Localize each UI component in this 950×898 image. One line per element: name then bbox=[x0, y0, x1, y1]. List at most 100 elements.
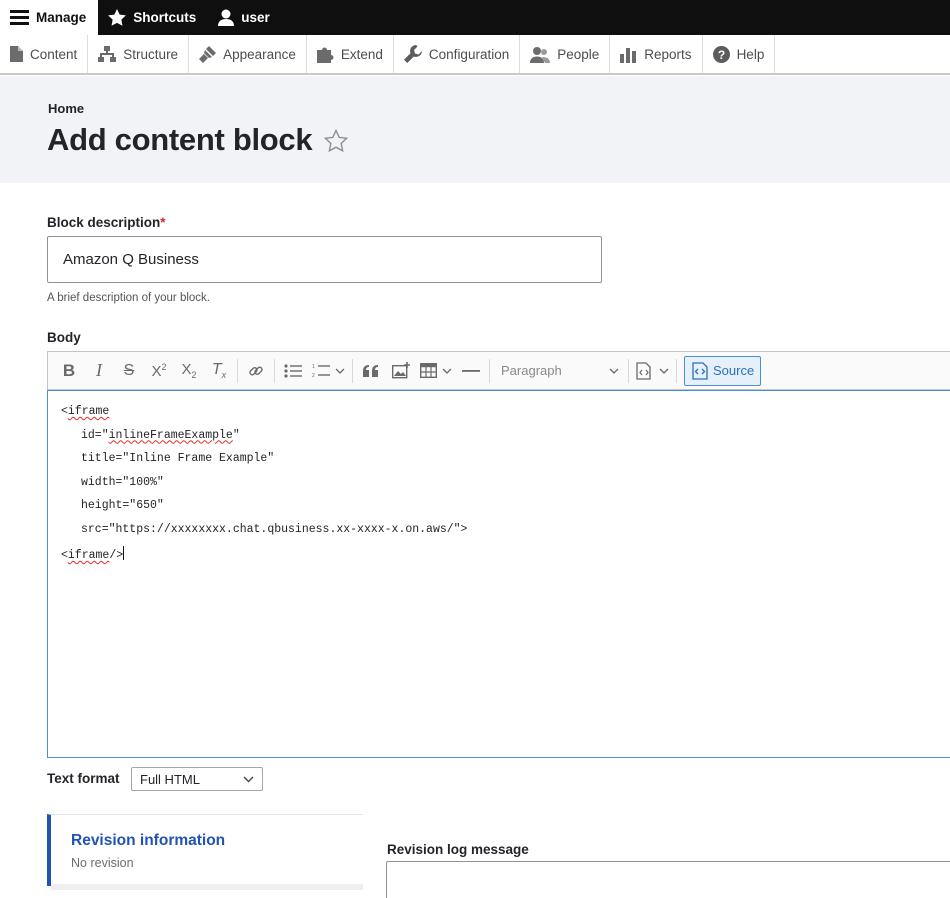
tray-item-reports[interactable]: Reports bbox=[610, 35, 703, 73]
block-description-input[interactable] bbox=[47, 236, 602, 283]
chevron-down-icon bbox=[335, 368, 345, 374]
block-description-label-text: Block description bbox=[47, 215, 161, 230]
italic-button[interactable]: I bbox=[84, 356, 114, 386]
code-text: iframe bbox=[67, 549, 110, 562]
user-icon bbox=[218, 9, 235, 26]
tray-item-appearance[interactable]: Appearance bbox=[189, 35, 307, 73]
remove-format-icon: Tx bbox=[211, 360, 227, 381]
bold-icon: B bbox=[62, 360, 76, 380]
code-line: <iframe bbox=[61, 405, 950, 429]
tray-item-label: Content bbox=[30, 46, 78, 62]
revision-log-label: Revision log message bbox=[387, 842, 529, 857]
source-icon bbox=[692, 361, 708, 380]
toolbar-separator bbox=[676, 358, 677, 383]
italic-icon: I bbox=[96, 360, 102, 380]
block-description-hint: A brief description of your block. bbox=[47, 292, 210, 304]
code-block-icon bbox=[636, 361, 651, 380]
toolbar-separator bbox=[274, 358, 275, 383]
horizontal-line-button[interactable] bbox=[456, 356, 486, 386]
svg-text:1: 1 bbox=[312, 364, 315, 370]
source-editing-textarea[interactable]: <iframe id="inlineFrameExample" title="I… bbox=[47, 390, 950, 758]
editor-toolbar: B I S X2 X2 Tx 12 Paragraph Source bbox=[47, 351, 950, 390]
breadcrumb-home[interactable]: Home bbox=[48, 101, 84, 116]
strikethrough-icon: S bbox=[123, 361, 135, 379]
tray-item-content[interactable]: Content bbox=[0, 35, 89, 73]
quote-icon bbox=[363, 364, 378, 377]
tray-item-structure[interactable]: Structure bbox=[88, 35, 190, 73]
source-button[interactable]: Source bbox=[684, 355, 762, 386]
code-line: title="Inline Frame Example" bbox=[81, 452, 275, 465]
strikethrough-button[interactable]: S bbox=[114, 356, 144, 386]
code-line: height="650" bbox=[81, 499, 164, 512]
shortcuts-label: Shortcuts bbox=[133, 10, 197, 25]
manage-label: Manage bbox=[36, 10, 87, 25]
user-button[interactable]: user bbox=[208, 0, 282, 35]
chevron-down-icon bbox=[659, 368, 669, 374]
tray-item-label: Reports bbox=[644, 46, 692, 62]
bold-button[interactable]: B bbox=[54, 356, 84, 386]
revision-information-tab[interactable]: Revision information No revision bbox=[47, 814, 363, 886]
star-icon bbox=[108, 9, 127, 26]
admin-toolbar: Manage Shortcuts user bbox=[0, 0, 950, 35]
superscript-icon: X2 bbox=[151, 361, 167, 380]
block-description-label: Block description* bbox=[47, 215, 166, 230]
heading-dropdown[interactable]: Paragraph bbox=[493, 356, 625, 386]
bulleted-list-button[interactable] bbox=[278, 356, 308, 386]
bar-chart-icon bbox=[620, 47, 637, 63]
numbered-list-dropdown[interactable]: 12 bbox=[308, 356, 349, 386]
page-title-text: Add content block bbox=[47, 122, 313, 157]
code-text: id=" bbox=[81, 428, 109, 442]
admin-menu-tray: Content Structure Appearance Extend Conf… bbox=[0, 35, 950, 75]
tray-item-label: Help bbox=[736, 46, 765, 62]
link-icon bbox=[249, 366, 263, 375]
tray-item-label: People bbox=[557, 46, 600, 62]
link-button[interactable] bbox=[241, 356, 271, 386]
text-format-select[interactable]: Full HTML bbox=[131, 767, 263, 791]
chevron-down-icon bbox=[243, 776, 254, 782]
tray-item-label: Structure bbox=[123, 46, 179, 62]
wrench-icon bbox=[403, 45, 422, 63]
heading-dropdown-value: Paragraph bbox=[501, 363, 562, 378]
numbered-list-icon: 12 bbox=[312, 364, 330, 378]
tray-item-extend[interactable]: Extend bbox=[307, 35, 394, 73]
insert-table-dropdown[interactable] bbox=[416, 356, 456, 386]
code-block-dropdown[interactable] bbox=[632, 356, 673, 386]
code-text: < bbox=[61, 405, 68, 418]
superscript-button[interactable]: X2 bbox=[144, 356, 174, 386]
chevron-down-icon bbox=[442, 368, 452, 374]
puzzle-icon bbox=[316, 47, 334, 63]
source-button-label: Source bbox=[713, 363, 755, 378]
help-icon: ? bbox=[712, 45, 730, 63]
code-text: " bbox=[232, 428, 240, 442]
text-format-label: Text format bbox=[47, 771, 120, 786]
page-header: Home Add content block bbox=[0, 76, 950, 183]
svg-text:2: 2 bbox=[312, 373, 315, 378]
toolbar-separator bbox=[489, 358, 490, 383]
svg-text:?: ? bbox=[717, 48, 724, 62]
page-title: Add content block bbox=[47, 122, 349, 158]
toolbar-separator bbox=[237, 358, 238, 383]
star-outline-icon[interactable] bbox=[324, 128, 349, 152]
toolbar-separator bbox=[628, 358, 629, 383]
code-line: width="100%" bbox=[81, 475, 164, 489]
tray-item-people[interactable]: People bbox=[520, 35, 611, 73]
horizontal-line-icon bbox=[462, 369, 480, 372]
insert-image-button[interactable] bbox=[386, 356, 416, 386]
file-icon bbox=[10, 46, 23, 62]
image-icon bbox=[391, 362, 410, 379]
tray-item-label: Appearance bbox=[223, 46, 296, 62]
code-text: iframe bbox=[67, 405, 110, 418]
subscript-icon: X2 bbox=[181, 361, 197, 380]
code-text: < bbox=[61, 549, 68, 562]
subscript-button[interactable]: X2 bbox=[174, 356, 204, 386]
revision-log-textarea[interactable] bbox=[386, 861, 950, 898]
blockquote-button[interactable] bbox=[356, 356, 386, 386]
tray-item-help[interactable]: ? Help bbox=[703, 35, 776, 73]
tray-item-configuration[interactable]: Configuration bbox=[394, 35, 521, 73]
people-icon bbox=[530, 46, 551, 63]
remove-format-button[interactable]: Tx bbox=[204, 356, 234, 386]
manage-button[interactable]: Manage bbox=[0, 0, 99, 35]
shortcuts-button[interactable]: Shortcuts bbox=[98, 0, 208, 35]
text-format-value: Full HTML bbox=[140, 771, 200, 787]
paintbrush-icon bbox=[199, 45, 217, 63]
